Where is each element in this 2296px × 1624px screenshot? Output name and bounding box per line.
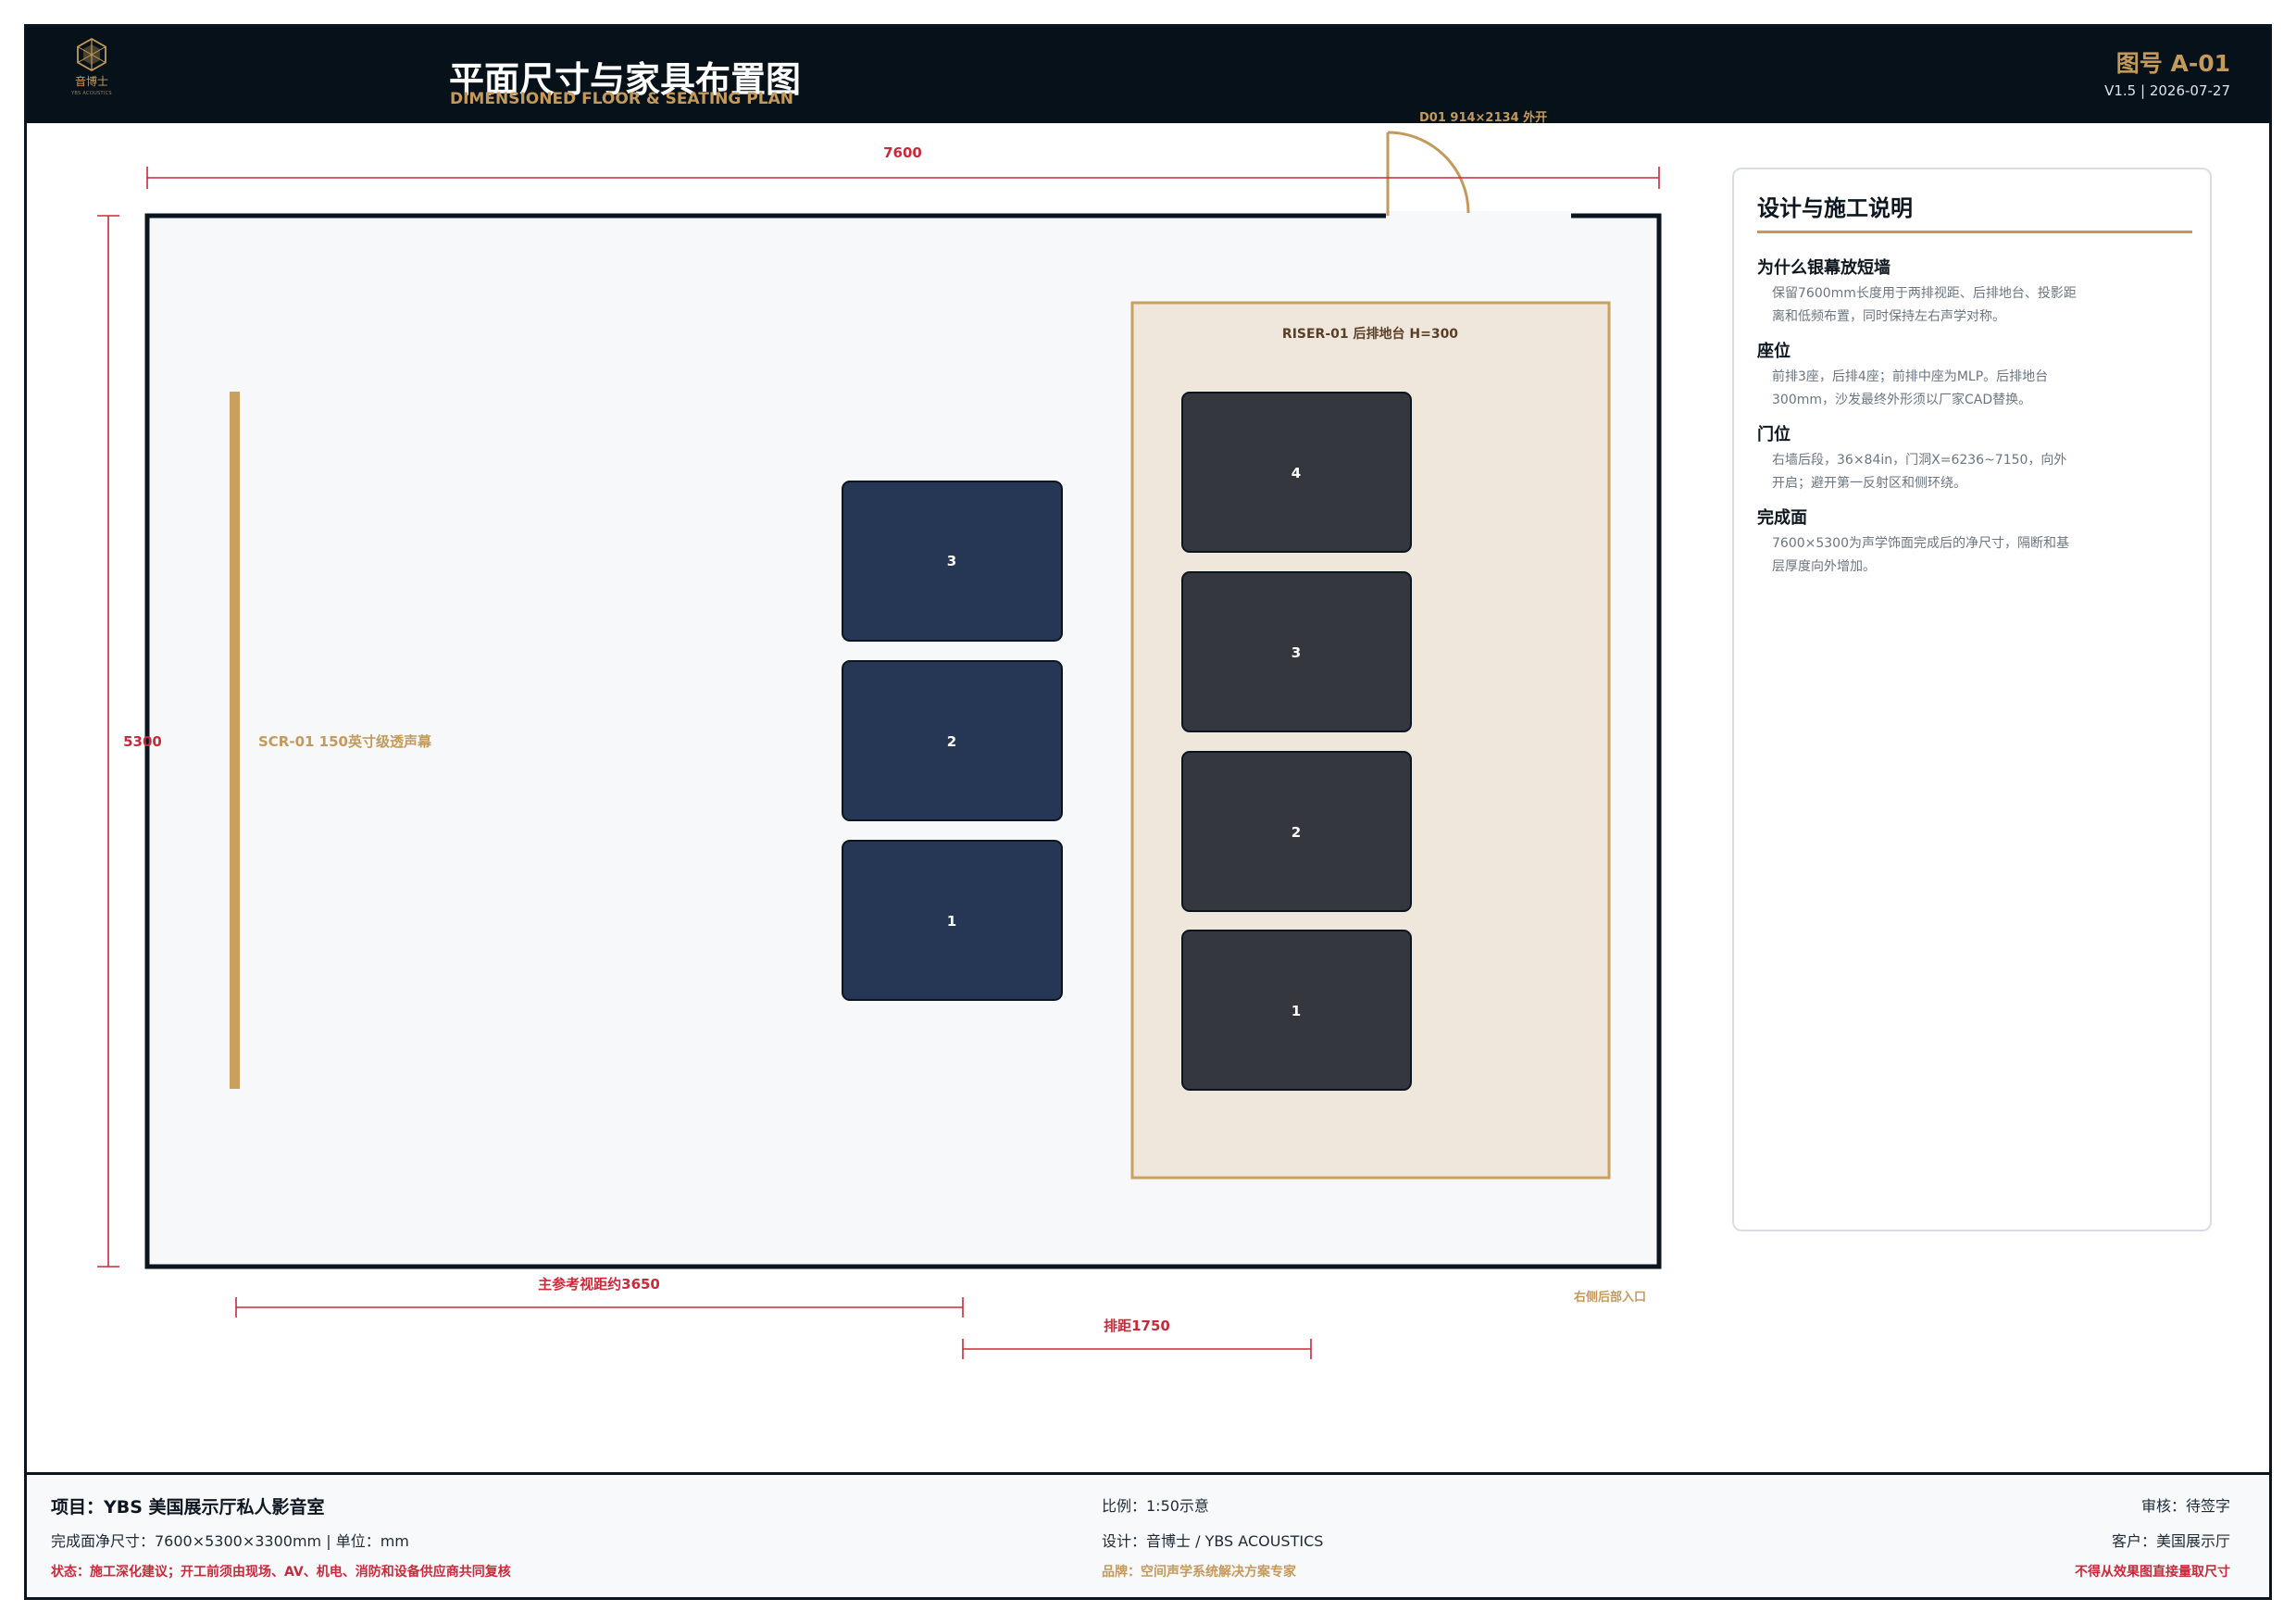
note-seating: 座位 前排3座，后排4座；前排中座为MLP。后排地台300mm，沙发最终外形须以… [1757, 338, 2192, 412]
status-note: 状态：施工深化建议；开工前须由现场、AV、机电、消防和设备供应商共同复核 [51, 1565, 511, 1580]
note-finish: 完成面 7600×5300为声学饰面完成后的净尺寸，隔断和基层厚度向外增加。 [1757, 505, 2192, 579]
riser-label: RISER-01 后排地台 H=300 [1282, 326, 1458, 342]
door-swing-arc [1387, 131, 1470, 214]
front-row: 3 2 1 [842, 481, 1063, 1001]
door-label: D01 914×2134 外开 [1419, 110, 1547, 125]
note-screen-wall: 为什么银幕放短墙 保留7600mm长度用于两排视距、后排地台、投影距离和低频布置… [1757, 255, 2192, 329]
notes-panel: 设计与施工说明 为什么银幕放短墙 保留7600mm长度用于两排视距、后排地台、投… [1732, 168, 2212, 1231]
note-heading: 完成面 [1757, 508, 1807, 528]
notes-title: 设计与施工说明 [1757, 195, 1913, 221]
reviewer: 审核：待签字 [2140, 1497, 2230, 1515]
drawing-scale: 比例：1:50示意 [1102, 1497, 1209, 1515]
rear-seat-number: 4 [1292, 465, 1301, 481]
client-name: 客户：美国展示厅 [2111, 1532, 2230, 1550]
brand-slogan: 品牌：空间声学系统解决方案专家 [1102, 1565, 1296, 1580]
note-door: 门位 右墙后段，36×84in，门洞X=6236~7150，向外开启；避开第一反… [1757, 421, 2192, 495]
front-seat-number: 1 [947, 913, 956, 930]
note-body: 前排3座，后排4座；前排中座为MLP。后排地台300mm，沙发最终外形须以厂家C… [1772, 369, 2049, 407]
viewing-distance-label: 主参考视距约3650 [538, 1276, 660, 1293]
note-heading: 为什么银幕放短墙 [1757, 258, 1890, 278]
rear-seat-number: 3 [1292, 644, 1301, 661]
note-body: 保留7600mm长度用于两排视距、后排地台、投影距离和低频布置，同时保持左右声学… [1772, 286, 2077, 324]
note-heading: 门位 [1757, 425, 1791, 444]
width-dimension-label: 7600 [883, 144, 922, 161]
room-size: 完成面净尺寸：7600×5300×3300mm | 单位：mm [51, 1532, 409, 1550]
depth-dimension-label: 5300 [123, 733, 162, 750]
door-opening [1386, 211, 1571, 222]
designer: 设计：音博士 / YBS ACOUSTICS [1102, 1532, 1324, 1550]
entry-label: 右侧后部入口 [1573, 1290, 1646, 1305]
note-body: 7600×5300为声学饰面完成后的净尺寸，隔断和基层厚度向外增加。 [1772, 536, 2069, 574]
project-name: 项目：YBS 美国展示厅私人影音室 [51, 1497, 325, 1518]
screen-label: SCR-01 150英寸级透声幕 [258, 733, 432, 750]
measurement-warning: 不得从效果图直接量取尺寸 [2075, 1565, 2230, 1580]
front-seat-number: 3 [947, 553, 956, 569]
row-spacing-label: 排距1750 [1104, 1318, 1170, 1334]
title-block: 项目：YBS 美国展示厅私人影音室 完成面净尺寸：7600×5300×3300m… [27, 1472, 2269, 1597]
rear-seat-number: 1 [1292, 1003, 1301, 1019]
projection-screen [230, 392, 240, 1089]
front-seat-number: 2 [947, 733, 956, 750]
note-heading: 座位 [1757, 342, 1791, 361]
rear-seat-number: 2 [1292, 824, 1301, 841]
note-body: 右墙后段，36×84in，门洞X=6236~7150，向外开启；避开第一反射区和… [1772, 453, 2067, 491]
notes-divider [1757, 231, 2192, 233]
